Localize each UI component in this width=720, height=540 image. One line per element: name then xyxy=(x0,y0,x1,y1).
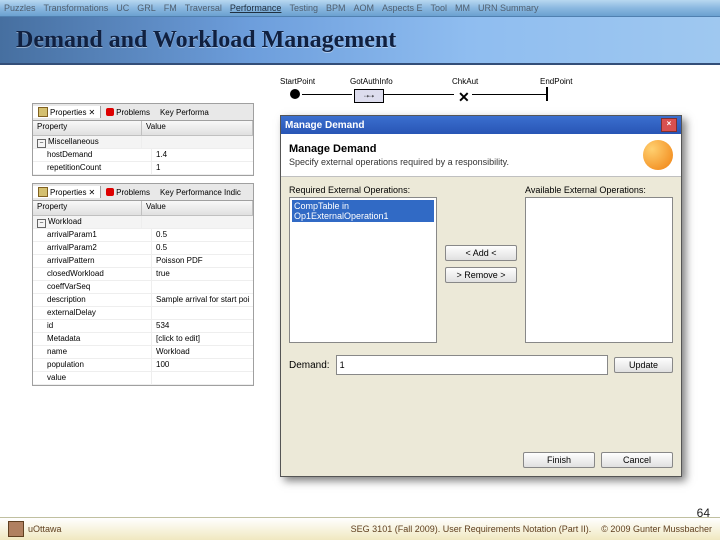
responsibility-icon: ✕ xyxy=(458,89,470,105)
add-button[interactable]: < Add < xyxy=(445,245,517,261)
prop-key: hostDemand xyxy=(33,149,152,161)
stub-icon: ⇢⇢ xyxy=(354,89,384,103)
list-item[interactable]: CompTable in Op1ExternalOperation1 xyxy=(292,200,434,222)
tab-problems[interactable]: Problems xyxy=(101,187,155,198)
nav-mm[interactable]: MM xyxy=(455,3,470,13)
demand-label: Demand: xyxy=(289,360,330,371)
nav-tool[interactable]: Tool xyxy=(431,3,448,13)
tab-properties[interactable]: Properties ✕ xyxy=(33,186,101,198)
available-ops-label: Available External Operations: xyxy=(525,185,673,195)
tab-keyperf[interactable]: Key Performa xyxy=(155,107,214,118)
nav-transformations[interactable]: Transformations xyxy=(44,3,109,13)
diagram-node-label: GotAuthInfo xyxy=(350,77,393,86)
tab-keyperf[interactable]: Key Performance Indic xyxy=(155,187,246,198)
expander-icon[interactable]: – xyxy=(37,139,46,148)
prop-val[interactable]: 1.4 xyxy=(152,149,253,161)
nav-aspects[interactable]: Aspects E xyxy=(382,3,423,13)
problems-icon xyxy=(106,188,114,196)
close-icon[interactable]: × xyxy=(661,118,677,132)
problems-icon xyxy=(106,108,114,116)
nav-testing[interactable]: Testing xyxy=(289,3,318,13)
nav-uc[interactable]: UC xyxy=(116,3,129,13)
demand-input[interactable] xyxy=(336,355,608,375)
start-point-icon xyxy=(290,89,300,99)
col-value: Value xyxy=(142,201,253,215)
nav-puzzles[interactable]: Puzzles xyxy=(4,3,36,13)
col-property: Property xyxy=(33,201,142,215)
end-point-icon xyxy=(546,87,548,101)
cancel-button[interactable]: Cancel xyxy=(601,452,673,468)
required-ops-list[interactable]: CompTable in Op1ExternalOperation1 xyxy=(289,197,437,343)
dialog-subtitle: Specify external operations required by … xyxy=(289,157,509,167)
page-title: Demand and Workload Management xyxy=(16,27,396,54)
page-number: 64 xyxy=(697,506,710,520)
footer-institution: uOttawa xyxy=(28,524,62,534)
properties-panel-bottom: Properties ✕ Problems Key Performance In… xyxy=(32,183,254,386)
diagram-start-label: StartPoint xyxy=(280,77,315,86)
dialog-heading: Manage Demand xyxy=(289,143,509,155)
required-ops-label: Required External Operations: xyxy=(289,185,437,195)
ucm-diagram: StartPoint GotAuthInfo ⇢⇢ ChkAut ✕ EndPo… xyxy=(280,79,660,109)
properties-panel-top: Properties ✕ Problems Key Performa Prope… xyxy=(32,103,254,176)
properties-icon xyxy=(38,187,48,197)
diagram-end-label: EndPoint xyxy=(540,77,572,86)
slide-footer: uOttawa SEG 3101 (Fall 2009). User Requi… xyxy=(0,517,720,540)
available-ops-list[interactable] xyxy=(525,197,673,343)
tab-problems[interactable]: Problems xyxy=(101,107,155,118)
dialog-banner-icon xyxy=(643,140,673,170)
footer-center: SEG 3101 (Fall 2009). User Requirements … xyxy=(351,524,592,534)
dialog-titlebar[interactable]: Manage Demand × xyxy=(281,116,681,134)
footer-copyright: © 2009 Gunter Mussbacher xyxy=(601,524,712,534)
nav-bpm[interactable]: BPM xyxy=(326,3,346,13)
col-property: Property xyxy=(33,121,142,135)
prop-key: repetitionCount xyxy=(33,162,152,174)
slide-header: Demand and Workload Management xyxy=(0,17,720,65)
nav-fm[interactable]: FM xyxy=(164,3,177,13)
update-button[interactable]: Update xyxy=(614,357,673,373)
top-nav: Puzzles Transformations UC GRL FM Traver… xyxy=(0,0,720,17)
remove-button[interactable]: > Remove > xyxy=(445,267,517,283)
expander-icon[interactable]: – xyxy=(37,219,46,228)
nav-aom[interactable]: AOM xyxy=(353,3,374,13)
finish-button[interactable]: Finish xyxy=(523,452,595,468)
nav-traversal[interactable]: Traversal xyxy=(185,3,222,13)
manage-demand-dialog: Manage Demand × Manage Demand Specify ex… xyxy=(280,115,682,477)
col-value: Value xyxy=(142,121,253,135)
properties-icon xyxy=(38,107,48,117)
nav-performance[interactable]: Performance xyxy=(230,3,282,13)
dialog-title: Manage Demand xyxy=(285,120,364,131)
tab-properties[interactable]: Properties ✕ xyxy=(33,106,101,118)
nav-grl[interactable]: GRL xyxy=(137,3,156,13)
diagram-node-label: ChkAut xyxy=(452,77,478,86)
nav-urn-summary[interactable]: URN Summary xyxy=(478,3,539,13)
prop-val[interactable]: 1 xyxy=(152,162,253,174)
uottawa-logo-icon xyxy=(8,521,24,537)
